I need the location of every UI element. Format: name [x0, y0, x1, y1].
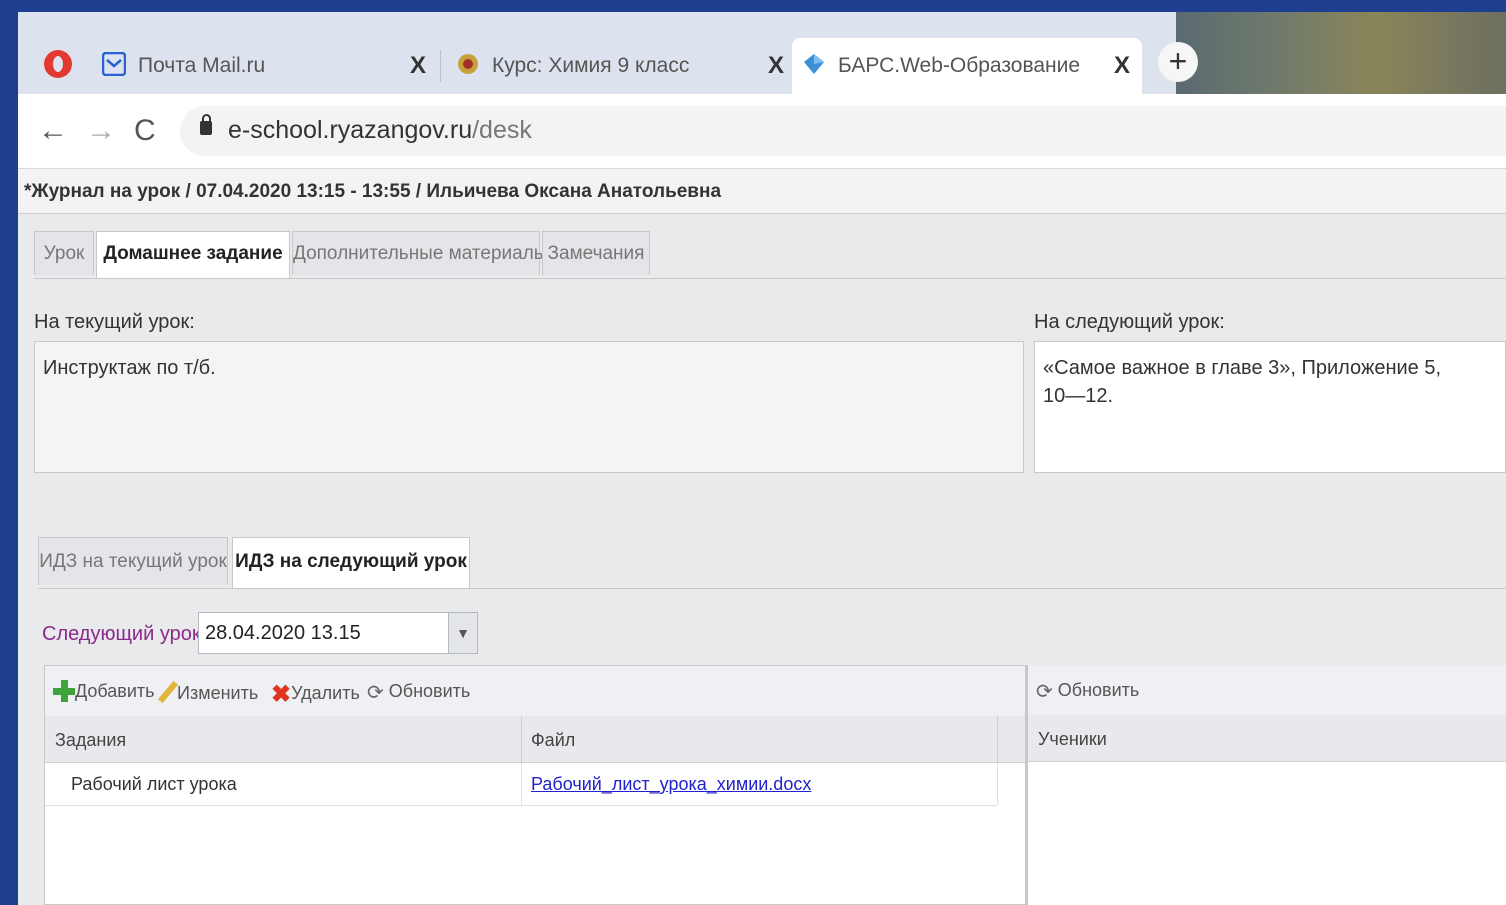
tab-strip: Почта Mail.ru X Курс: Химия 9 класс X БА…	[18, 12, 1506, 94]
tab-title: Курс: Химия 9 класс	[492, 54, 690, 77]
tasks-grid: Добавить Изменить ✖Удалить ⟳ Обновить За…	[44, 665, 1026, 905]
window-frame-top	[0, 0, 1506, 12]
next-lesson-value: 28.04.2020 13.15	[205, 622, 361, 644]
refresh-icon: ⟳	[367, 682, 384, 704]
close-icon[interactable]: X	[410, 52, 426, 80]
column-divider	[997, 763, 998, 805]
tab-separator	[440, 50, 441, 82]
mail-icon	[101, 51, 127, 77]
new-tab-button[interactable]: +	[1158, 42, 1198, 82]
current-lesson-text: Инструктаж по т/б.	[43, 357, 216, 379]
tab-title: БАРС.Web-Образование	[838, 54, 1081, 77]
browser-window: Почта Mail.ru X Курс: Химия 9 класс X БА…	[18, 12, 1506, 905]
reload-icon[interactable]: C	[134, 114, 156, 148]
next-lesson-textarea[interactable]: «Самое важное в главе 3», Приложение 5, …	[1034, 341, 1506, 473]
bars-icon	[802, 52, 826, 76]
refresh-icon: ⟳	[1036, 681, 1053, 703]
current-lesson-label: На текущий урок:	[34, 311, 195, 333]
course-icon	[456, 52, 480, 76]
back-icon[interactable]: ←	[38, 114, 68, 148]
journal-title-bar: *Журнал на урок / 07.04.2020 13:15 - 13:…	[18, 169, 1506, 214]
column-header-students[interactable]: Ученики	[1038, 729, 1107, 750]
next-lesson-text-line: 10—12.	[1043, 385, 1114, 407]
task-cell: Рабочий лист урока	[71, 774, 237, 794]
refresh-button[interactable]: ⟳ Обновить	[367, 680, 470, 705]
tab-idz-current[interactable]: ИДЗ на текущий урок	[38, 537, 228, 585]
close-icon[interactable]: X	[1114, 52, 1130, 80]
next-lesson-label: На следующий урок:	[1034, 311, 1225, 333]
tab-additional-materials[interactable]: Дополнительные материалы	[292, 231, 547, 275]
add-icon	[53, 680, 75, 702]
tab-chemistry-course[interactable]: Курс: Химия 9 класс X	[446, 38, 796, 94]
refresh-students-button[interactable]: ⟳ Обновить	[1036, 679, 1139, 704]
app-window: *Журнал на урок / 07.04.2020 13:15 - 13:…	[18, 169, 1506, 905]
close-icon[interactable]: X	[768, 52, 784, 80]
tab-mail[interactable]: Почта Mail.ru X	[92, 38, 438, 94]
tab-remarks[interactable]: Замечания	[542, 231, 650, 275]
next-lesson-select-label: Следующий урок:	[42, 623, 207, 645]
students-grid: ⟳ Обновить Ученики	[1026, 665, 1506, 905]
tab-divider	[34, 278, 1506, 279]
next-lesson-select[interactable]: 28.04.2020 13.15 ▼	[198, 612, 478, 654]
url-text: e-school.ryazangov.ru/desk	[228, 116, 532, 144]
delete-button[interactable]: ✖Удалить	[271, 680, 360, 709]
tab-homework[interactable]: Домашнее задание	[96, 231, 290, 279]
column-header-file[interactable]: Файл	[531, 730, 575, 751]
tasks-grid-header: Задания Файл	[45, 716, 1025, 763]
students-toolbar: ⟳ Обновить	[1028, 665, 1506, 716]
tab-divider	[38, 588, 1506, 589]
column-header-tasks[interactable]: Задания	[55, 730, 126, 751]
lock-icon	[200, 114, 212, 135]
add-button[interactable]: Добавить	[53, 680, 155, 702]
table-row[interactable]: Рабочий лист урока Рабочий_лист_урока_хи…	[45, 763, 998, 806]
tab-bars[interactable]: БАРС.Web-Образование X	[792, 38, 1142, 94]
url-field[interactable]: e-school.ryazangov.ru/desk	[180, 106, 1506, 156]
forward-icon[interactable]: →	[86, 114, 116, 148]
tasks-toolbar: Добавить Изменить ✖Удалить ⟳ Обновить	[45, 666, 1025, 717]
column-divider	[521, 763, 522, 805]
address-bar: ← → C e-school.ryazangov.ru/desk	[18, 94, 1506, 169]
next-lesson-text-line: «Самое важное в главе 3», Приложение 5,	[1043, 357, 1442, 379]
journal-title: *Журнал на урок / 07.04.2020 13:15 - 13:…	[24, 181, 722, 202]
opera-menu-icon[interactable]	[44, 50, 72, 78]
column-divider	[521, 716, 522, 762]
chevron-down-icon[interactable]: ▼	[448, 613, 477, 653]
current-lesson-textarea[interactable]: Инструктаж по т/б.	[34, 341, 1024, 473]
window-frame-left	[0, 0, 18, 905]
edit-button[interactable]: Изменить	[157, 680, 258, 704]
delete-icon: ✖	[271, 681, 292, 708]
file-link[interactable]: Рабочий_лист_урока_химии.docx	[531, 774, 811, 795]
tab-lesson[interactable]: Урок	[34, 231, 94, 275]
tab-title: Почта Mail.ru	[138, 54, 266, 77]
column-divider	[997, 716, 998, 762]
pencil-icon	[157, 680, 179, 704]
students-grid-header: Ученики	[1028, 715, 1506, 762]
wallpaper-strip	[1176, 12, 1506, 94]
tab-idz-next[interactable]: ИДЗ на следующий урок	[232, 537, 470, 589]
